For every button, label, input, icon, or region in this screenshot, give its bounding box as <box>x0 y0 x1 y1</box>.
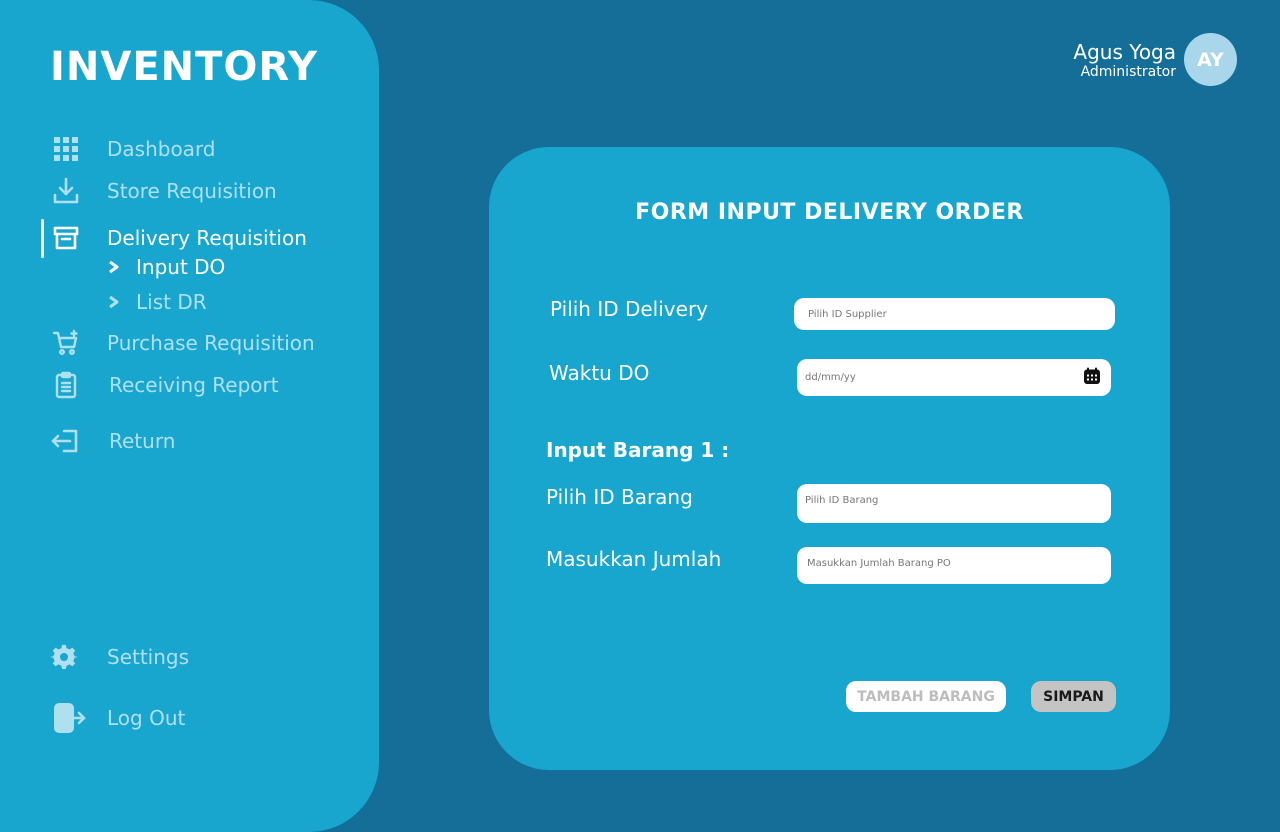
sidebar-item-receiving-report[interactable]: Receiving Report <box>52 371 279 399</box>
jumlah-label: Masukkan Jumlah <box>546 547 722 571</box>
barang-id-input[interactable]: Pilih ID Barang <box>797 484 1111 523</box>
chevron-right-icon <box>107 295 121 309</box>
clipboard-icon <box>52 371 80 399</box>
sidebar-item-label: Dashboard <box>107 137 216 161</box>
simpan-button[interactable]: SIMPAN <box>1031 681 1116 712</box>
cart-icon <box>52 329 80 357</box>
user-role: Administrator <box>1080 64 1176 80</box>
sidebar-item-label: Receiving Report <box>109 373 279 397</box>
form-title: FORM INPUT DELIVERY ORDER <box>635 200 1024 225</box>
subitem-label: List DR <box>136 290 207 314</box>
delivery-id-input[interactable]: Pilih ID Supplier <box>794 298 1115 330</box>
sidebar-item-label: Settings <box>107 645 190 669</box>
jumlah-placeholder: Masukkan Jumlah Barang PO <box>807 558 951 569</box>
avatar[interactable]: AY <box>1184 33 1237 86</box>
tambah-barang-button[interactable]: TAMBAH BARANG <box>846 681 1006 712</box>
app-title: INVENTORY <box>50 44 318 90</box>
waktu-do-placeholder: dd/mm/yy <box>805 372 856 383</box>
sidebar: INVENTORY Dashboard Store Requisition De… <box>0 0 379 832</box>
sidebar-item-delivery-requisition[interactable]: Delivery Requisition <box>52 224 307 252</box>
gear-icon <box>50 643 78 671</box>
waktu-do-input[interactable]: dd/mm/yy <box>797 359 1111 396</box>
subitem-label: Input DO <box>136 255 226 279</box>
sidebar-item-label: Purchase Requisition <box>107 331 315 355</box>
download-icon <box>52 177 80 205</box>
return-icon <box>50 427 78 455</box>
sidebar-item-label: Delivery Requisition <box>107 226 307 250</box>
active-indicator <box>41 219 44 258</box>
jumlah-input[interactable]: Masukkan Jumlah Barang PO <box>797 547 1111 584</box>
sidebar-item-label: Store Requisition <box>107 179 277 203</box>
calendar-icon[interactable] <box>1083 367 1101 385</box>
subitem-list-dr[interactable]: List DR <box>107 290 207 314</box>
archive-box-icon <box>52 224 80 252</box>
sidebar-item-store-requisition[interactable]: Store Requisition <box>52 177 277 205</box>
sidebar-item-label: Return <box>109 429 176 453</box>
sidebar-item-return[interactable]: Return <box>50 427 175 455</box>
sidebar-item-label: Log Out <box>107 706 186 730</box>
subitem-input-do[interactable]: Input DO <box>107 255 225 279</box>
delivery-id-label: Pilih ID Delivery <box>550 297 708 321</box>
section-input-barang: Input Barang 1 : <box>546 438 730 462</box>
barang-id-label: Pilih ID Barang <box>546 485 693 509</box>
logout-icon <box>52 703 86 733</box>
user-name: Agus Yoga <box>1073 40 1176 64</box>
delivery-id-placeholder: Pilih ID Supplier <box>808 308 887 320</box>
sidebar-item-purchase-requisition[interactable]: Purchase Requisition <box>52 329 315 357</box>
waktu-do-label: Waktu DO <box>549 361 650 385</box>
form-card: FORM INPUT DELIVERY ORDER Pilih ID Deliv… <box>489 147 1170 770</box>
barang-id-placeholder: Pilih ID Barang <box>805 495 879 506</box>
sidebar-item-settings[interactable]: Settings <box>50 643 189 671</box>
chevron-right-icon <box>107 260 121 274</box>
sidebar-item-logout[interactable]: Log Out <box>52 703 185 733</box>
grid-icon <box>52 135 80 163</box>
sidebar-item-dashboard[interactable]: Dashboard <box>52 135 216 163</box>
